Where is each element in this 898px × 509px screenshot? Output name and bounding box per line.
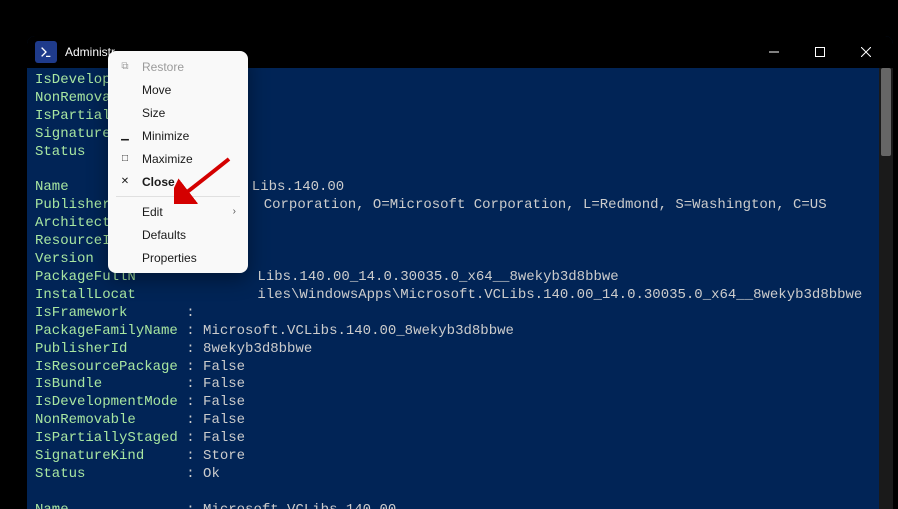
menu-move[interactable]: Move [108, 78, 248, 101]
output-line: IsPartiallyStaged : False [27, 430, 893, 448]
maximize-icon: □ [116, 153, 134, 164]
output-line: SignatureKind : Store [27, 448, 893, 466]
menu-restore[interactable]: ⧉ Restore [108, 55, 248, 78]
close-icon: ✕ [116, 176, 134, 187]
output-line: IsFramework : [27, 305, 893, 323]
output-line: IsDevelopmentMode : False [27, 394, 893, 412]
menu-defaults[interactable]: Defaults [108, 223, 248, 246]
menu-move-label: Move [142, 83, 236, 97]
menu-properties[interactable]: Properties [108, 246, 248, 269]
output-line: PackageFamilyName : Microsoft.VCLibs.140… [27, 323, 893, 341]
output-line: NonRemovable : False [27, 412, 893, 430]
minimize-icon: ▁ [116, 130, 134, 141]
output-line: PublisherId : 8wekyb3d8bbwe [27, 341, 893, 359]
menu-restore-label: Restore [142, 60, 236, 74]
menu-edit-label: Edit [142, 205, 233, 219]
menu-minimize[interactable]: ▁ Minimize [108, 124, 248, 147]
output-line: Name : Microsoft.VCLibs.140.00 [27, 502, 893, 509]
restore-icon: ⧉ [116, 61, 134, 72]
output-line: InstallLocatiles\WindowsApps\Microsoft.V… [27, 287, 893, 305]
output-line: IsResourcePackage : False [27, 359, 893, 377]
menu-minimize-label: Minimize [142, 129, 236, 143]
menu-size-label: Size [142, 106, 236, 120]
menu-size[interactable]: Size [108, 101, 248, 124]
menu-maximize-label: Maximize [142, 152, 236, 166]
output-line: IsBundle : False [27, 376, 893, 394]
menu-maximize[interactable]: □ Maximize [108, 147, 248, 170]
menu-separator [116, 196, 240, 197]
system-context-menu: ⧉ Restore Move Size ▁ Minimize □ Maximiz… [108, 51, 248, 273]
window-controls [751, 36, 889, 68]
scrollbar-thumb[interactable] [881, 68, 891, 156]
menu-close-label: Close [142, 175, 236, 189]
output-line [27, 484, 893, 502]
submenu-arrow-icon: › [233, 206, 236, 217]
minimize-button[interactable] [751, 36, 797, 68]
close-button[interactable] [843, 36, 889, 68]
menu-properties-label: Properties [142, 251, 236, 265]
menu-edit[interactable]: Edit › [108, 200, 248, 223]
maximize-button[interactable] [797, 36, 843, 68]
powershell-icon [35, 41, 57, 63]
menu-defaults-label: Defaults [142, 228, 236, 242]
menu-close[interactable]: ✕ Close [108, 170, 248, 193]
scrollbar[interactable] [879, 68, 893, 509]
output-line: Status : Ok [27, 466, 893, 484]
